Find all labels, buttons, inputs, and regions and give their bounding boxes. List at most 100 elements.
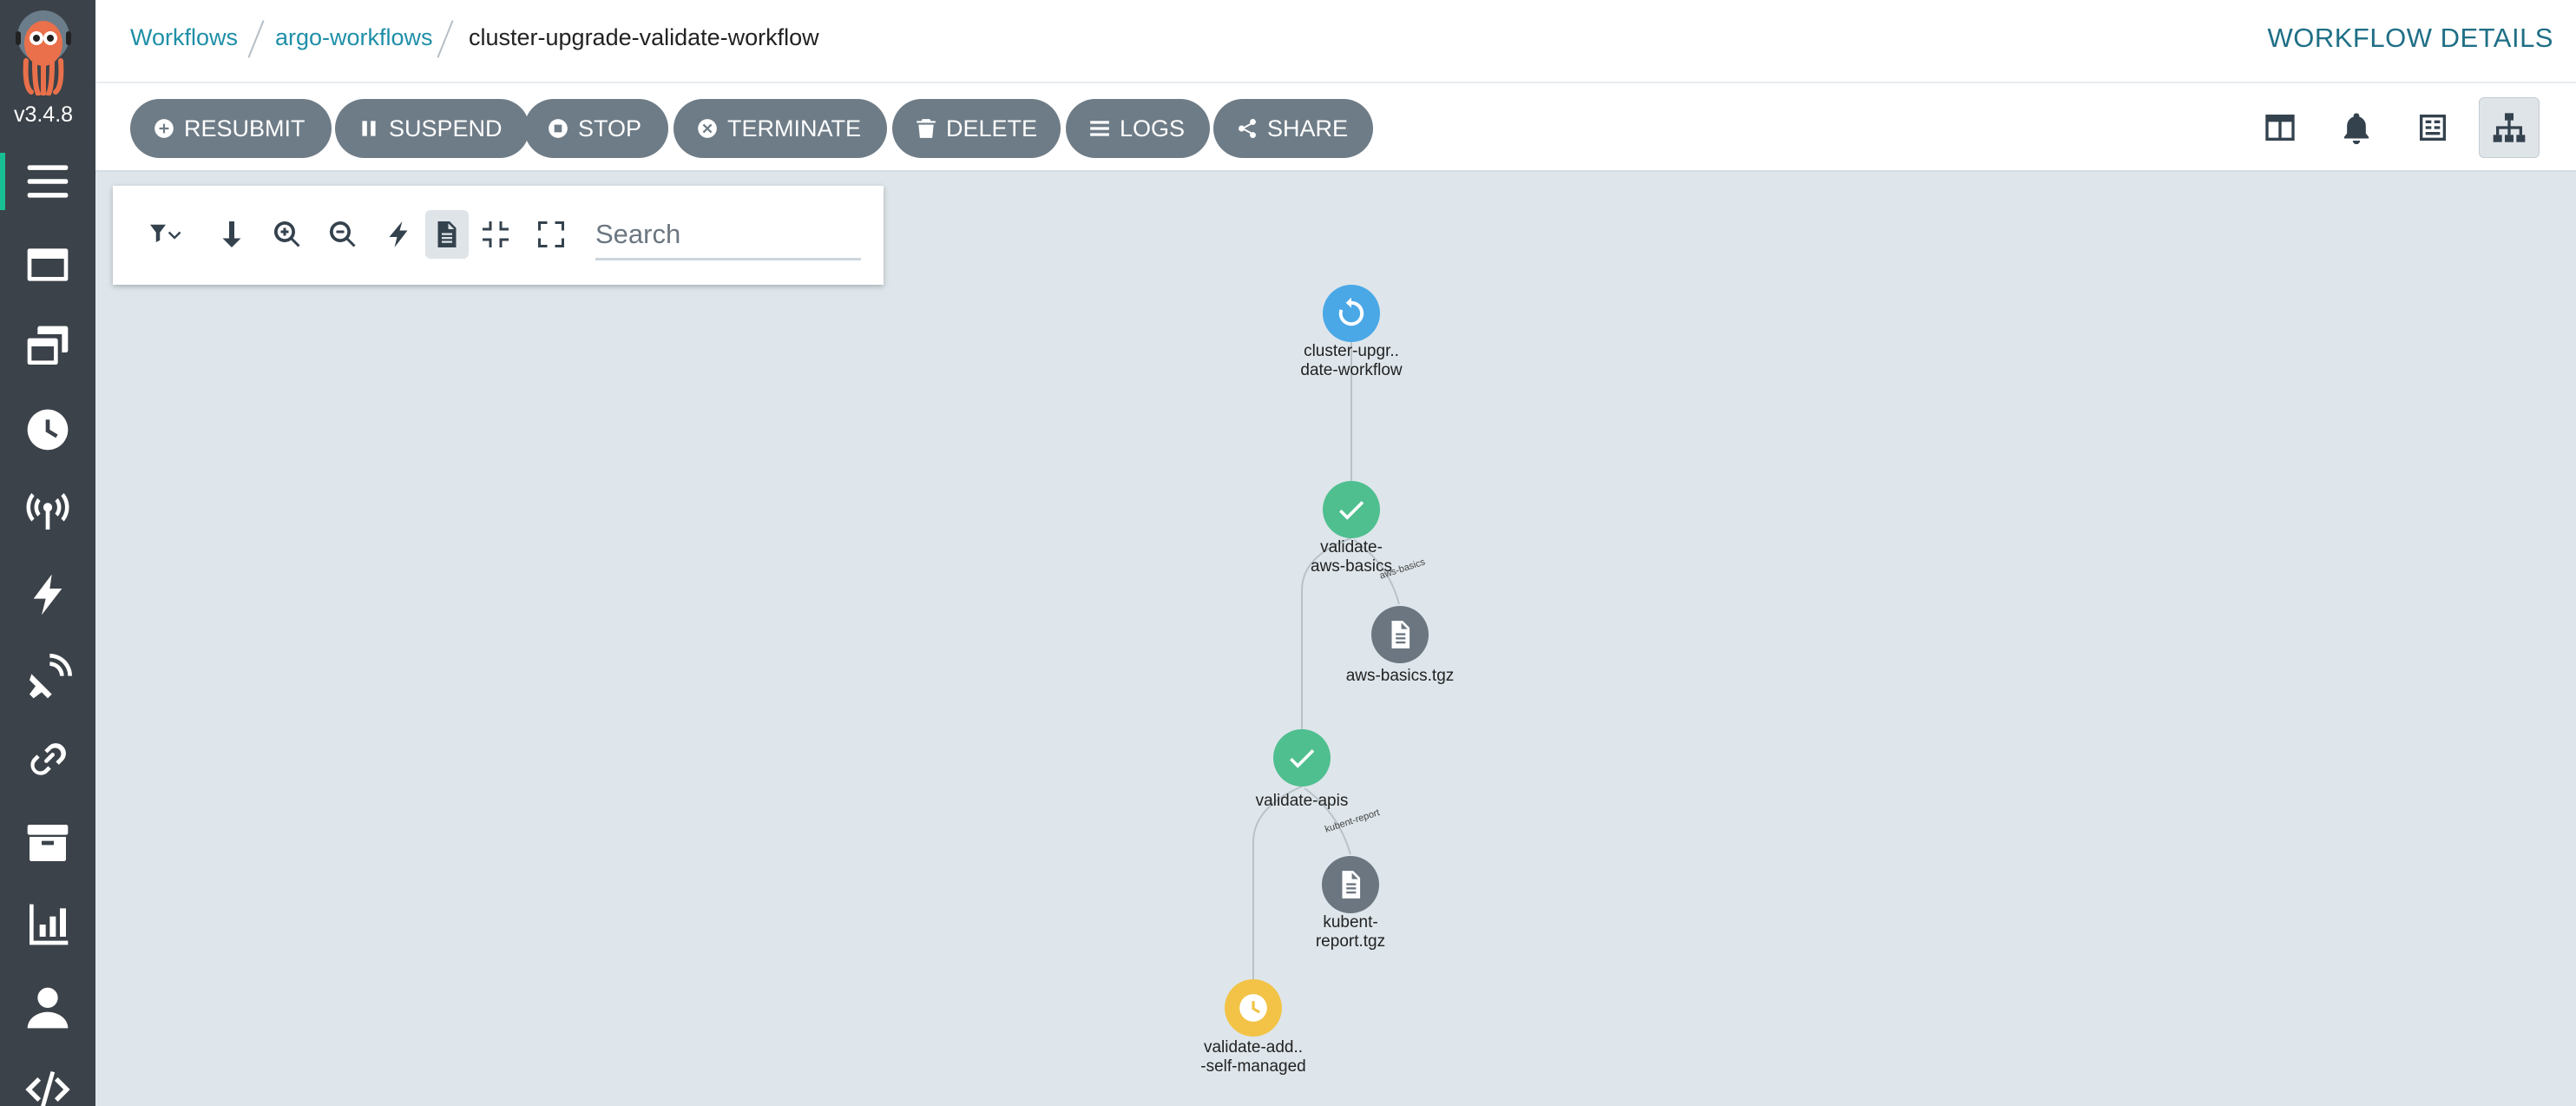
zoom-out-button[interactable] [321,210,365,259]
arrow-down-icon [222,221,241,247]
filter-icon [150,224,181,242]
breadcrumb-separator [437,20,454,58]
pause-icon [362,121,376,136]
resubmit-label: RESUBMIT [184,115,306,142]
api-docs-icon [25,1071,70,1106]
expand-icon [538,221,564,247]
node-label-line: cluster-upgr.. [1304,342,1399,360]
reports-icon [30,904,69,945]
stop-button[interactable]: STOP [524,99,668,158]
node-label-line: aws-basics [1311,557,1392,576]
breadcrumb-namespace[interactable]: argo-workflows [275,24,433,51]
node-label-line: validate- [1320,538,1383,556]
stop-circle-icon [549,119,568,138]
breadcrumb-separator [247,20,265,58]
node-label-aws-artifact: aws-basics.tgz [1296,667,1504,686]
node-label-line: validate-apis [1255,792,1349,810]
fast-render-toggle[interactable] [377,210,420,259]
bars-icon [1090,121,1109,136]
event-sources-icon [26,493,69,530]
sidebar-item-reports[interactable] [0,885,95,964]
check-icon [1290,749,1315,768]
cron-icon [27,409,69,451]
node-label-addons: validate-add.. -self-managed [1149,1038,1357,1076]
sidebar-item-api-docs[interactable] [0,1050,95,1106]
clock-icon [1239,994,1267,1022]
zoom-in-button[interactable] [266,210,309,259]
node-label-line: -self-managed [1200,1057,1306,1076]
node-validate-apis[interactable] [1273,729,1331,787]
sidebar-item-cron-workflows[interactable] [0,391,95,469]
node-label-aws: validate- aws-basics [1247,538,1456,576]
suspend-label: SUSPEND [389,115,503,142]
horizontal-layout-button[interactable] [210,210,253,259]
node-label-root: cluster-upgr.. date-workflow [1247,342,1456,380]
node-validate-aws-basics[interactable] [1323,481,1380,538]
running-icon [1338,297,1364,326]
logs-button[interactable]: LOGS [1066,99,1210,158]
sidebar-item-sensors[interactable] [0,556,95,634]
sidebar-item-event-sources[interactable] [0,472,95,550]
file-icon [437,221,457,247]
zoom-in-icon [273,221,300,247]
node-cluster-upgrade-validate-workflow[interactable] [1323,285,1380,342]
graph-search-input[interactable] [595,210,861,260]
file-icon [1342,871,1361,899]
sidebar-item-cluster-templates[interactable] [0,307,95,385]
breadcrumb-workflows[interactable]: Workflows [130,24,238,51]
sidebar-item-menu[interactable] [0,142,95,221]
node-label-line: validate-add.. [1203,1038,1304,1057]
delete-label: DELETE [946,115,1038,142]
event-flow-icon [30,654,72,699]
archive-icon [27,825,69,861]
sidebar-item-event-flow[interactable] [0,639,95,717]
node-artifact-kubent-report[interactable] [1322,856,1379,913]
page-title: WORKFLOW DETAILS [2267,23,2553,53]
share-icon [1239,118,1256,139]
trash-icon [917,119,936,138]
share-label: SHARE [1267,115,1349,142]
sidebar-item-workflow-templates[interactable] [0,226,95,304]
node-label-line: aws-basics.tgz [1345,667,1455,685]
graph-view-button[interactable] [2479,97,2540,158]
version-label: v3.4.8 [13,102,74,127]
sitemap-icon [2493,113,2526,142]
summary-view-button[interactable] [2402,97,2463,158]
node-artifact-aws-basics[interactable] [1371,606,1429,663]
delete-button[interactable]: DELETE [892,99,1061,158]
top-bar: Workflows argo-workflows cluster-upgrade… [95,0,2576,83]
cluster-templates-icon [27,326,69,365]
artifacts-toggle[interactable] [425,210,469,259]
argo-logo[interactable] [9,9,78,95]
events-button[interactable] [2326,97,2387,158]
node-label-kubent-artifact: kubent- report.tgz [1246,913,1455,951]
terminate-label: TERMINATE [727,115,861,142]
expand-button[interactable] [529,210,573,259]
bell-icon [2343,113,2369,145]
resubmit-button[interactable]: RESUBMIT [130,99,332,158]
sidebar-item-user-info[interactable] [0,969,95,1047]
suspend-button[interactable]: SUSPEND [335,99,529,158]
check-icon [1339,501,1364,520]
sidebar-item-links[interactable] [0,721,95,799]
workflow-templates-icon [27,248,69,281]
stop-label: STOP [578,115,642,142]
sidebar-item-archived-workflows[interactable] [0,804,95,882]
compress-icon [483,221,509,247]
collapse-button[interactable] [474,210,517,259]
menu-icon [27,165,69,198]
share-button[interactable]: SHARE [1213,99,1373,158]
action-toolbar: RESUBMIT SUSPEND STOP TERMINATE DELETE L… [95,83,2576,172]
summary-icon [2420,115,2446,141]
node-label-line: date-workflow [1300,361,1403,379]
user-icon [27,987,69,1029]
node-label-apis: validate-apis [1198,792,1406,811]
node-validate-addons-self-managed[interactable] [1225,979,1282,1037]
split-view-button[interactable] [2250,97,2310,158]
plus-circle-icon [154,119,174,138]
terminate-button[interactable]: TERMINATE [674,99,887,158]
node-label-line: report.tgz [1315,932,1386,951]
columns-icon [2265,115,2295,141]
breadcrumb-current: cluster-upgrade-validate-workflow [469,24,819,50]
filter-dropdown[interactable] [137,210,194,259]
